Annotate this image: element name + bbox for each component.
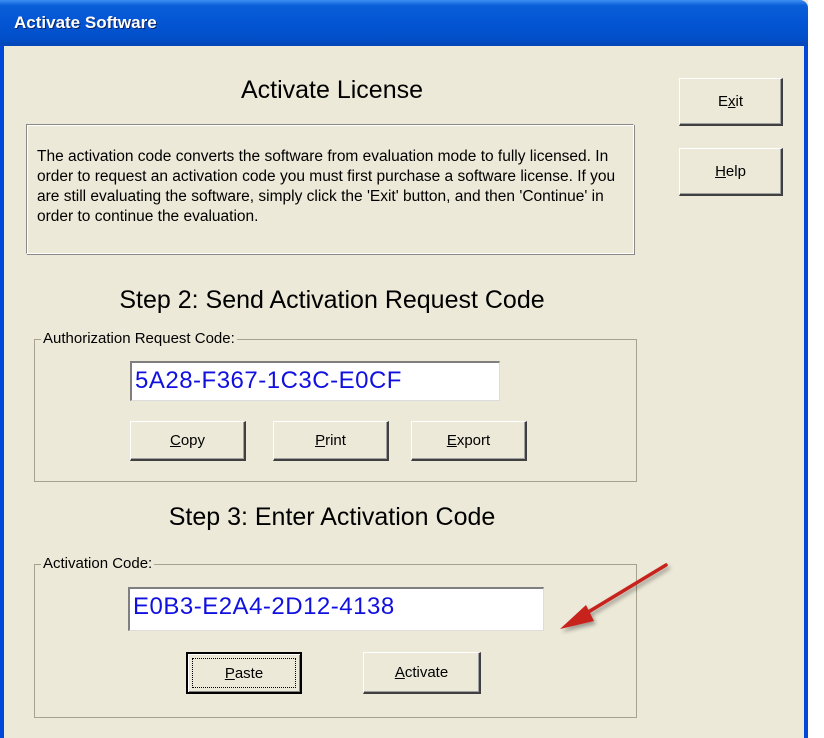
copy-button[interactable]: Copy [130, 421, 246, 461]
export-button-label: Export [446, 432, 491, 449]
window-frame-right [804, 46, 808, 738]
activate-software-window: Activate Software Activate License The a… [0, 0, 808, 738]
help-button[interactable]: Help [679, 148, 783, 196]
authorization-request-label: Authorization Request Code: [41, 330, 237, 347]
activation-code-label: Activation Code: [41, 555, 155, 572]
activation-code-field[interactable]: E0B3-E2A4-2D12-4138 [128, 587, 544, 631]
print-button[interactable]: Print [273, 421, 389, 461]
red-arrow-icon [560, 563, 668, 629]
title-bar[interactable]: Activate Software [0, 0, 808, 46]
help-button-label: Help [715, 163, 746, 180]
window-frame-left [0, 46, 4, 738]
authorization-request-code-field[interactable]: 5A28-F367-1C3C-E0CF [130, 361, 500, 401]
info-description: The activation code converts the softwar… [37, 148, 616, 225]
paste-button[interactable]: Paste [186, 652, 302, 694]
info-panel: The activation code converts the softwar… [26, 124, 634, 254]
dialog-heading: Activate License [240, 76, 424, 104]
copy-button-label: Copy [169, 432, 206, 449]
exit-button-label: Exit [717, 93, 743, 110]
step3-heading: Step 3: Enter Activation Code [168, 503, 496, 531]
activate-button[interactable]: Activate [363, 652, 481, 694]
exit-button[interactable]: Exit [679, 78, 783, 126]
print-button-label: Print [315, 432, 346, 449]
activate-button-label: Activate [394, 664, 449, 681]
focus-ring [192, 658, 296, 688]
export-button[interactable]: Export [411, 421, 527, 461]
window-title: Activate Software [14, 13, 157, 32]
step2-heading: Step 2: Send Activation Request Code [119, 286, 545, 314]
